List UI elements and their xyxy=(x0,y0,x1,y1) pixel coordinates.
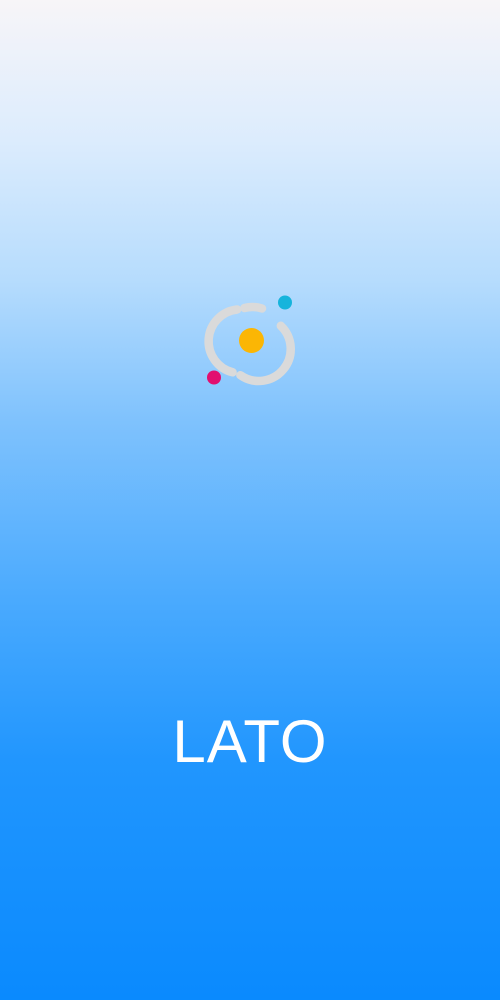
orbit-core-dot xyxy=(239,328,264,353)
app-name: LATO xyxy=(172,708,328,775)
orbit-satellite-bottom-dot xyxy=(207,370,221,385)
orbit-ring-arc-top xyxy=(240,302,267,313)
orbit-satellite-top-dot xyxy=(278,295,292,310)
orbit-logo-icon xyxy=(204,295,295,386)
orbit-ring-arc-left xyxy=(204,305,242,377)
